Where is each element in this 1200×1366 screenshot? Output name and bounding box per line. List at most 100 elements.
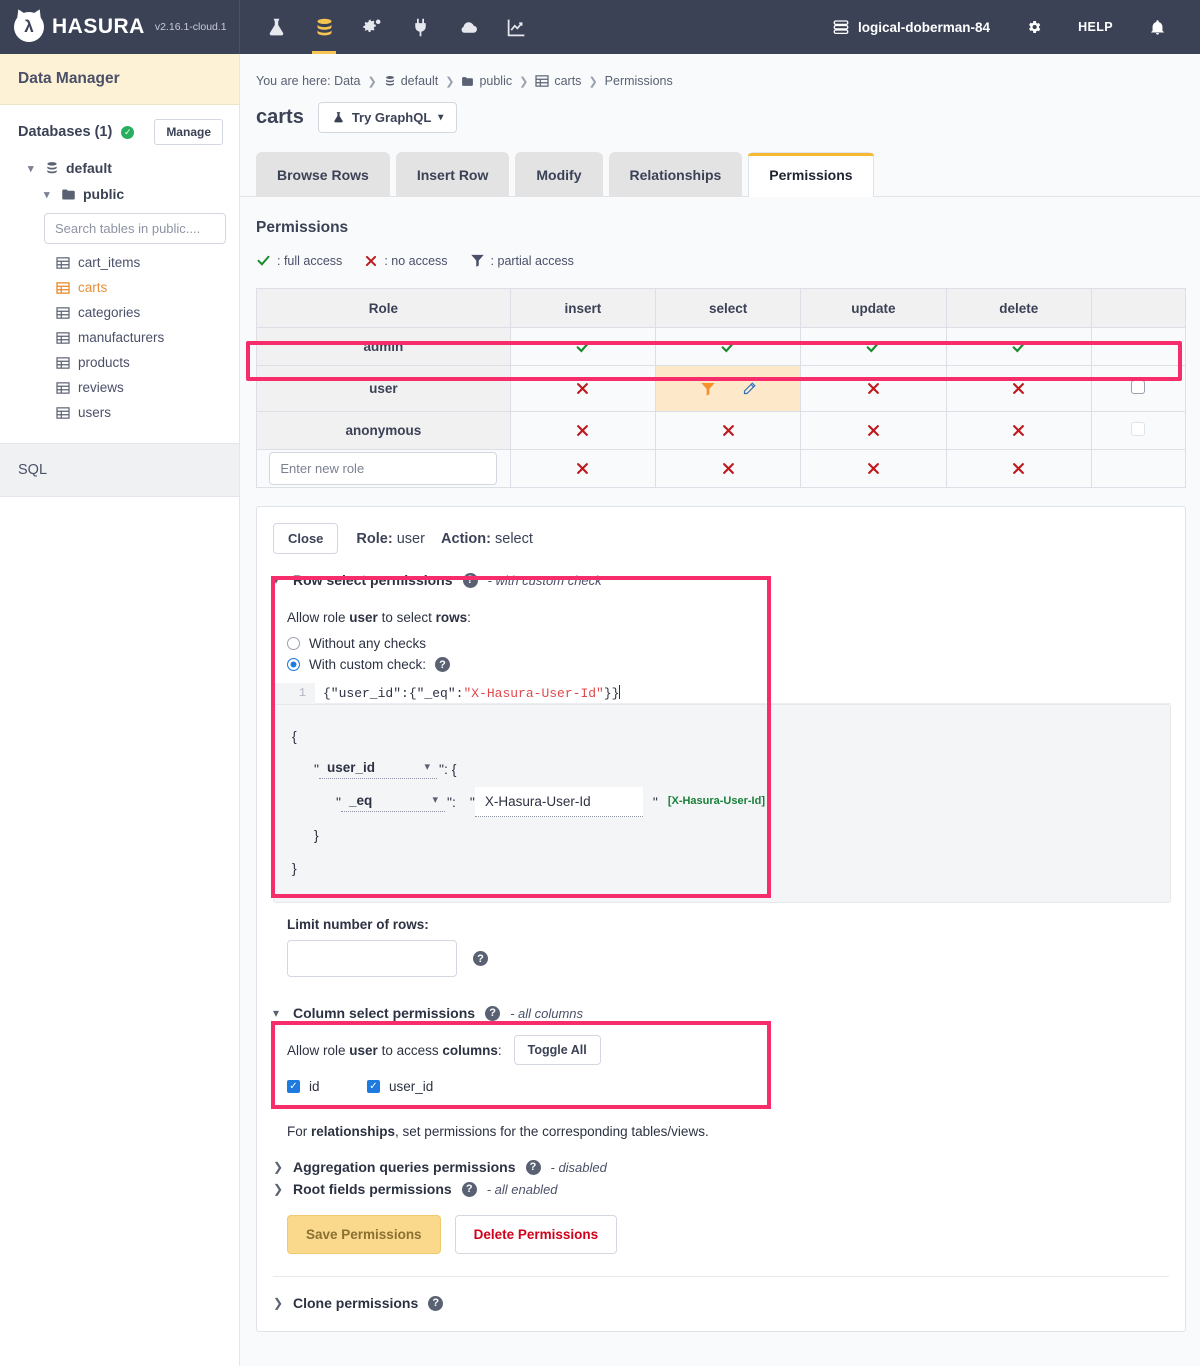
sidebar-item-reviews[interactable]: reviews bbox=[0, 375, 239, 400]
checkbox-checked-icon[interactable]: ✓ bbox=[287, 1080, 300, 1093]
help-icon[interactable]: ? bbox=[473, 951, 488, 966]
help-icon[interactable]: ? bbox=[435, 657, 450, 672]
toggle-all-button[interactable]: Toggle All bbox=[514, 1035, 601, 1065]
manage-button[interactable]: Manage bbox=[154, 119, 223, 145]
sidebar-item-manufacturers[interactable]: manufacturers bbox=[0, 325, 239, 350]
cell-anonymous-select[interactable] bbox=[656, 412, 801, 450]
radio-icon[interactable] bbox=[287, 637, 300, 650]
sidebar-item-categories[interactable]: categories bbox=[0, 300, 239, 325]
notifications-bell-icon[interactable] bbox=[1131, 19, 1184, 36]
cell-anonymous-insert[interactable] bbox=[510, 412, 655, 450]
cell-newrole-insert[interactable] bbox=[510, 450, 655, 488]
cell-anonymous-update[interactable] bbox=[801, 412, 946, 450]
breadcrumb-label: default bbox=[401, 74, 439, 88]
column-select[interactable]: user_id bbox=[319, 758, 437, 779]
sidebar-item-public-schema[interactable]: ▾ public bbox=[0, 181, 239, 207]
cell-user-insert[interactable] bbox=[510, 366, 655, 412]
root-fields-permissions-header[interactable]: ❯ Root fields permissions ? - all enable… bbox=[257, 1175, 1185, 1197]
chevron-down-icon[interactable]: ▾ bbox=[28, 162, 38, 175]
row-select-permissions-header[interactable]: ▾ Row select permissions ? - with custom… bbox=[257, 554, 1185, 588]
radio-with-custom-check[interactable]: With custom check: ? bbox=[287, 654, 1169, 675]
chevron-down-icon[interactable]: ▾ bbox=[44, 188, 54, 201]
help-icon[interactable]: ? bbox=[428, 1296, 443, 1311]
new-role-input[interactable] bbox=[269, 452, 497, 485]
sidebar-item-products[interactable]: products bbox=[0, 350, 239, 375]
checkbox-checked-icon[interactable]: ✓ bbox=[367, 1080, 380, 1093]
cell-admin-update[interactable] bbox=[801, 328, 946, 366]
limit-input[interactable] bbox=[287, 940, 457, 977]
radio-label: With custom check: bbox=[309, 657, 426, 672]
cell-admin-select[interactable] bbox=[656, 328, 801, 366]
sidebar-item-sql[interactable]: SQL bbox=[0, 443, 239, 497]
chevron-right-icon[interactable]: ❯ bbox=[273, 1296, 283, 1310]
column-select-permissions-header[interactable]: ▾ Column select permissions ? - all colu… bbox=[257, 977, 1185, 1021]
chevron-down-icon[interactable]: ▾ bbox=[273, 573, 283, 587]
project-selector[interactable]: logical-doberman-84 bbox=[814, 18, 1008, 36]
monitoring-chart-icon[interactable] bbox=[492, 0, 540, 54]
tab-relationships[interactable]: Relationships bbox=[609, 152, 743, 197]
aggregation-permissions-header[interactable]: ❯ Aggregation queries permissions ? - di… bbox=[257, 1139, 1185, 1175]
bulk-select-checkbox[interactable] bbox=[1131, 422, 1145, 436]
chevron-right-icon[interactable]: ❯ bbox=[273, 1160, 283, 1174]
cell-newrole-select[interactable] bbox=[656, 450, 801, 488]
column-checkbox-id[interactable]: ✓ id bbox=[287, 1079, 367, 1094]
actions-gears-icon[interactable] bbox=[348, 0, 396, 54]
sidebar-item-cart_items[interactable]: cart_items bbox=[0, 250, 239, 275]
clone-permissions-title: Clone permissions bbox=[293, 1295, 418, 1311]
delete-permissions-button[interactable]: Delete Permissions bbox=[455, 1215, 618, 1254]
sidebar-item-users[interactable]: users bbox=[0, 400, 239, 425]
operator-select-wrap[interactable]: _eq ▾ bbox=[341, 791, 445, 812]
cloud-icon[interactable] bbox=[444, 0, 492, 54]
chevron-right-icon[interactable]: ❯ bbox=[273, 1182, 283, 1196]
column-select-wrap[interactable]: user_id ▾ bbox=[319, 758, 437, 779]
column-checkbox-user_id[interactable]: ✓ user_id bbox=[367, 1079, 447, 1094]
cell-admin-delete[interactable] bbox=[946, 328, 1091, 366]
help-button[interactable]: HELP bbox=[1060, 20, 1131, 34]
cell-newrole-update[interactable] bbox=[801, 450, 946, 488]
tab-modify[interactable]: Modify bbox=[515, 152, 602, 197]
cell-user-update[interactable] bbox=[801, 366, 946, 412]
bulk-select-checkbox[interactable] bbox=[1131, 380, 1145, 394]
cell-user-select[interactable] bbox=[656, 366, 801, 412]
clone-permissions-header[interactable]: ❯ Clone permissions ? bbox=[257, 1277, 1185, 1331]
cell-admin-insert[interactable] bbox=[510, 328, 655, 366]
page-title: carts bbox=[256, 106, 304, 129]
cell-user-delete[interactable] bbox=[946, 366, 1091, 412]
json-value: "X-Hasura-User-Id" bbox=[463, 686, 603, 701]
save-permissions-button[interactable]: Save Permissions bbox=[287, 1215, 441, 1254]
sidebar-item-carts[interactable]: carts bbox=[0, 275, 239, 300]
custom-check-json-line[interactable]: 1 {"user_id":{"_eq":"X-Hasura-User-Id"}} bbox=[273, 683, 1171, 704]
database-icon[interactable] bbox=[300, 0, 348, 54]
radio-without-checks[interactable]: Without any checks bbox=[287, 633, 1169, 654]
allow-columns-line: Allow role user to access columns: Toggl… bbox=[287, 1035, 1153, 1065]
brand-block[interactable]: λ HASURA v2.16.1-cloud.1 bbox=[0, 0, 240, 54]
help-icon[interactable]: ? bbox=[485, 1006, 500, 1021]
cell-user-checkbox[interactable] bbox=[1091, 366, 1185, 412]
events-plug-icon[interactable] bbox=[396, 0, 444, 54]
cell-anonymous-delete[interactable] bbox=[946, 412, 1091, 450]
close-button[interactable]: Close bbox=[273, 523, 338, 554]
sidebar-item-default-db[interactable]: ▾ default bbox=[0, 155, 239, 181]
help-icon[interactable]: ? bbox=[463, 573, 478, 588]
value-input[interactable] bbox=[475, 787, 643, 817]
row-select-inner: Allow role user to select rows: Without … bbox=[273, 600, 1169, 903]
search-input[interactable] bbox=[44, 213, 226, 244]
try-graphql-button[interactable]: Try GraphQL ▾ bbox=[318, 102, 458, 133]
breadcrumb-item-public[interactable]: public bbox=[461, 74, 512, 88]
help-icon[interactable]: ? bbox=[462, 1182, 477, 1197]
table-label: reviews bbox=[78, 380, 124, 395]
cell-anonymous-checkbox[interactable] bbox=[1091, 412, 1185, 450]
radio-icon-selected[interactable] bbox=[287, 658, 300, 671]
chevron-down-icon[interactable]: ▾ bbox=[273, 1006, 283, 1020]
operator-select[interactable]: _eq bbox=[341, 791, 445, 812]
settings-gear-icon[interactable] bbox=[1008, 19, 1060, 35]
cell-newrole-delete[interactable] bbox=[946, 450, 1091, 488]
tab-browse-rows[interactable]: Browse Rows bbox=[256, 152, 390, 197]
tab-insert-row[interactable]: Insert Row bbox=[396, 152, 510, 197]
breadcrumb-item-default[interactable]: default bbox=[384, 74, 439, 88]
api-flask-icon[interactable] bbox=[252, 0, 300, 54]
breadcrumb: You are here: Data ❯ default ❯ public ❯ … bbox=[240, 54, 1200, 88]
help-icon[interactable]: ? bbox=[526, 1160, 541, 1175]
breadcrumb-item-carts[interactable]: carts bbox=[535, 74, 581, 88]
tab-permissions[interactable]: Permissions bbox=[748, 152, 873, 197]
